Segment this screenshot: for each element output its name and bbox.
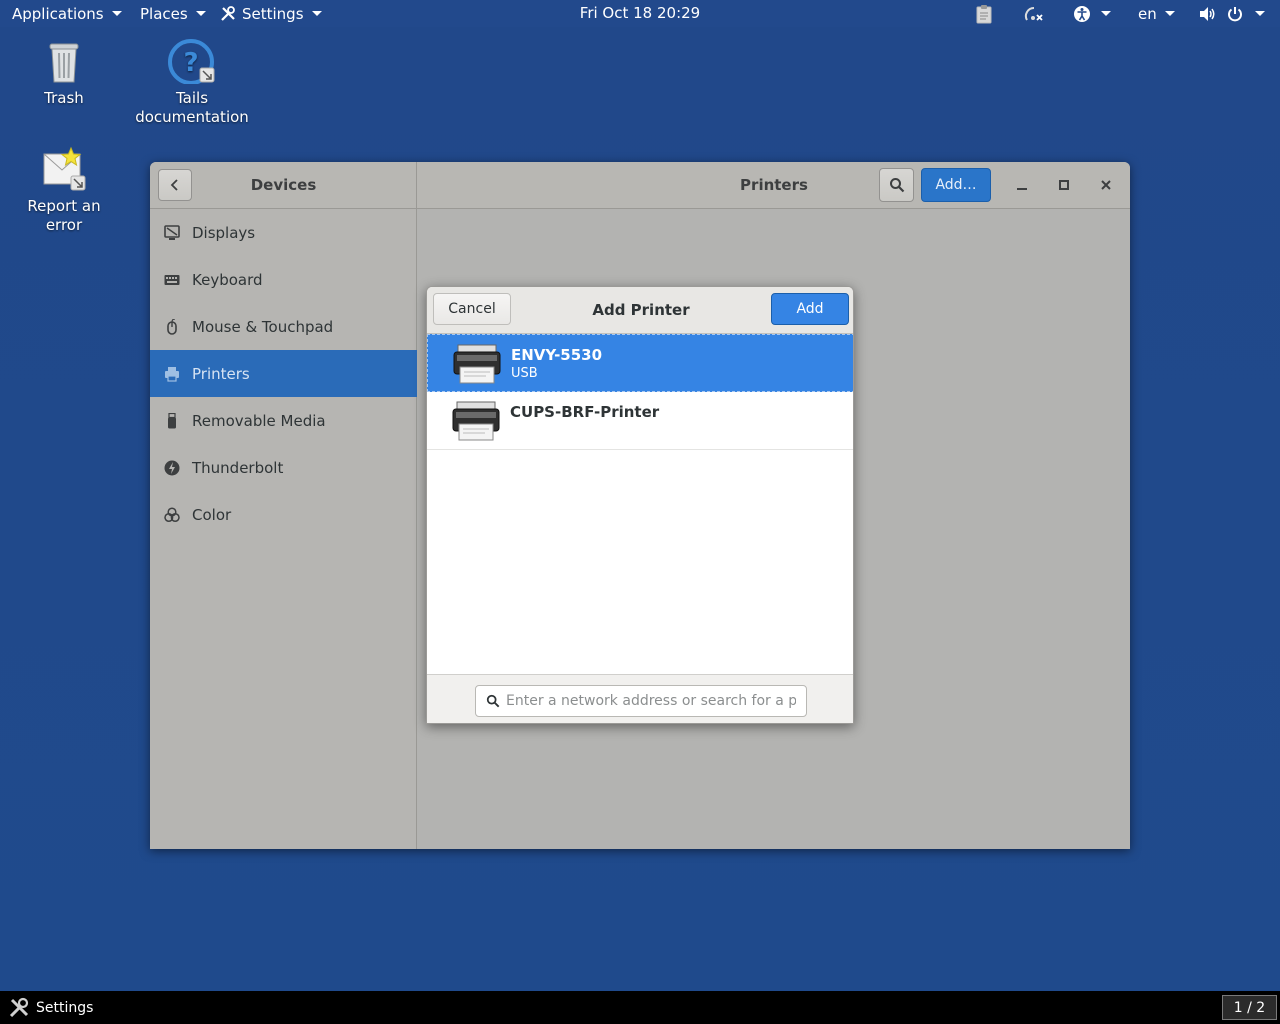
network-tray[interactable]	[1024, 0, 1044, 27]
chevron-down-icon	[195, 11, 206, 16]
desktop-report-error[interactable]: Report an error	[8, 146, 120, 235]
sidebar-item-mouse-touchpad[interactable]: Mouse & Touchpad	[150, 303, 417, 350]
dialog-footer	[427, 674, 853, 723]
dialog-header: Cancel Add Printer Add	[427, 287, 853, 334]
clock[interactable]: Fri Oct 18 20:29	[580, 4, 700, 22]
applications-menu-label: Applications	[12, 4, 104, 23]
taskbar-item-label: Settings	[36, 999, 94, 1016]
system-tray[interactable]	[1199, 0, 1265, 27]
help-icon: ?	[168, 39, 215, 85]
tools-icon	[9, 997, 29, 1017]
search-icon	[486, 694, 500, 708]
trash-icon	[49, 43, 79, 83]
chevron-down-icon	[1164, 11, 1175, 16]
close-button[interactable]	[1096, 175, 1116, 195]
volume-icon	[1200, 6, 1215, 21]
chevron-down-icon	[1101, 11, 1111, 16]
minimize-icon	[1017, 188, 1027, 190]
add-button[interactable]: Add	[771, 293, 849, 325]
sidebar-title: Devices	[250, 176, 317, 194]
sidebar-item-label: Keyboard	[192, 270, 263, 289]
printer-row-cups-brf-printer[interactable]: CUPS-BRF-Printer	[427, 392, 853, 450]
sidebar-item-thunderbolt[interactable]: Thunderbolt	[150, 444, 417, 491]
sidebar-item-label: Printers	[192, 364, 250, 383]
places-menu[interactable]: Places	[140, 0, 206, 27]
settings-app-menu-label: Settings	[242, 4, 304, 23]
window-headerbar: Devices Printers Add…	[150, 162, 1130, 209]
desktop-report-error-label: Report an error	[27, 197, 101, 234]
desktop-trash-label: Trash	[44, 89, 84, 107]
network-icon	[1024, 6, 1043, 21]
maximize-icon	[1059, 180, 1069, 190]
keyboard-icon	[164, 275, 180, 285]
close-icon	[1101, 180, 1111, 190]
desktop-tails-documentation-label: Tails documentation	[135, 89, 249, 126]
usb-icon	[168, 413, 176, 429]
language-tray[interactable]: en	[1138, 0, 1175, 27]
sidebar-item-label: Removable Media	[192, 411, 326, 430]
sidebar-item-label: Thunderbolt	[192, 458, 284, 477]
mouse-icon	[167, 319, 177, 335]
language-label: en	[1138, 4, 1157, 23]
top-panel: Applications Places Settings Fri Oct 18 …	[0, 0, 1280, 27]
display-icon	[164, 225, 180, 240]
desktop-tails-documentation[interactable]: ? Tails documentation	[132, 38, 252, 127]
printer-name: CUPS-BRF-Printer	[510, 403, 660, 421]
tools-icon	[221, 5, 235, 21]
color-icon	[164, 507, 180, 523]
sidebar-item-label: Mouse & Touchpad	[192, 317, 334, 336]
minimize-button[interactable]	[1012, 175, 1032, 195]
clipboard-tray[interactable]	[975, 0, 993, 27]
workspace-switcher[interactable]: 1 / 2	[1222, 995, 1277, 1020]
printer-row-envy-5530[interactable]: ENVY-5530 USB	[427, 334, 853, 392]
report-error-icon	[43, 146, 86, 191]
applications-menu[interactable]: Applications	[12, 0, 122, 27]
chevron-down-icon	[1255, 11, 1265, 16]
printer-icon	[452, 401, 500, 441]
power-icon	[1228, 6, 1242, 21]
printer-connection: USB	[511, 366, 538, 381]
window-title: Printers	[740, 176, 808, 194]
devices-sidebar: Displays Keyboard Mouse & Touchpad Print…	[150, 209, 417, 849]
sidebar-item-printers[interactable]: Printers	[150, 350, 417, 397]
chevron-down-icon	[311, 11, 322, 16]
sidebar-item-removable-media[interactable]: Removable Media	[150, 397, 417, 444]
chevron-down-icon	[111, 11, 122, 16]
printer-name: ENVY-5530	[511, 346, 603, 364]
maximize-button[interactable]	[1054, 175, 1074, 195]
taskbar-item-settings[interactable]: Settings	[8, 991, 93, 1024]
sidebar-item-label: Color	[192, 505, 232, 524]
accessibility-tray[interactable]	[1073, 0, 1111, 27]
sidebar-item-keyboard[interactable]: Keyboard	[150, 256, 417, 303]
sidebar-item-displays[interactable]: Displays	[150, 209, 417, 256]
sidebar-item-color[interactable]: Color	[150, 491, 417, 538]
printer-search-field[interactable]	[475, 685, 807, 717]
printer-icon	[453, 344, 501, 384]
sidebar-item-label: Displays	[192, 223, 256, 242]
clipboard-icon	[976, 4, 992, 23]
add-printer-button[interactable]: Add…	[921, 168, 991, 202]
sidebar-header: Devices	[150, 162, 417, 209]
desktop-trash[interactable]: Trash	[24, 40, 104, 108]
printer-search-input[interactable]	[506, 693, 796, 709]
search-icon	[889, 178, 904, 193]
bottom-taskbar: Settings 1 / 2	[0, 991, 1280, 1024]
places-menu-label: Places	[140, 4, 188, 23]
add-printer-dialog: Cancel Add Printer Add ENVY-5530 USB CUP…	[426, 286, 854, 724]
svg-text:?: ?	[183, 48, 198, 78]
accessibility-icon	[1074, 5, 1090, 22]
settings-app-menu[interactable]: Settings	[220, 0, 322, 27]
search-button[interactable]	[879, 168, 914, 202]
thunderbolt-icon	[164, 460, 180, 476]
printer-icon	[165, 367, 179, 382]
